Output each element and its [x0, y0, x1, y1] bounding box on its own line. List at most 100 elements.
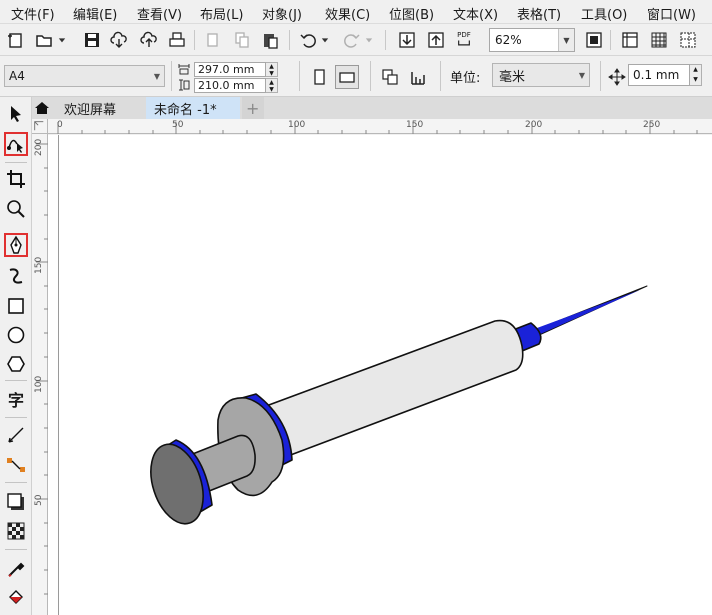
copy-icon[interactable] [230, 28, 254, 52]
h-ruler-label: 50 [172, 120, 184, 130]
page-height-icon [179, 79, 190, 91]
tab-untitled-1[interactable]: 未命名 -1* [146, 97, 240, 119]
connector-tool-icon[interactable] [4, 453, 28, 477]
ruler-origin-icon[interactable] [32, 119, 48, 134]
page-height-row: 210.0 mm ▲ ▼ [178, 77, 278, 93]
toolbox: 字 [0, 97, 32, 615]
width-spinner[interactable]: ▲ ▼ [266, 61, 278, 77]
horizontal-ruler[interactable]: 0 50 100 150 200 250 [48, 119, 712, 134]
nudge-distance-icon [605, 65, 629, 89]
pen-tool-icon[interactable] [4, 233, 28, 257]
paste-icon[interactable] [258, 28, 282, 52]
chevron-down-icon[interactable]: ▼ [575, 71, 589, 80]
portrait-icon[interactable] [307, 65, 331, 89]
menu-table[interactable]: 表格(T) [517, 4, 561, 23]
redo-dropdown-icon[interactable] [362, 28, 376, 52]
parallel-dimension-tool-icon[interactable] [4, 423, 28, 447]
ellipse-tool-icon[interactable] [4, 323, 28, 347]
menu-object[interactable]: 对象(J) [262, 4, 302, 23]
drop-shadow-tool-icon[interactable] [4, 490, 28, 514]
needle-shine [537, 290, 640, 335]
standard-toolbar: PDF 62% ▼ [0, 24, 712, 56]
h-ruler-label: 200 [525, 120, 543, 130]
vertical-ruler-ticks [36, 143, 48, 595]
undo-dropdown-icon[interactable] [318, 28, 332, 52]
v-ruler-label: 50 [34, 494, 44, 506]
syringe-drawing[interactable] [48, 135, 712, 615]
page-width-row: 297.0 mm ▲ ▼ [178, 61, 278, 77]
menu-layout[interactable]: 布局(L) [200, 4, 243, 23]
menu-effects[interactable]: 效果(C) [325, 4, 370, 23]
units-select[interactable]: 毫米 ▼ [492, 63, 590, 87]
nudge-spinner[interactable]: ▲ ▼ [690, 64, 702, 86]
transparency-tool-icon[interactable] [4, 519, 28, 543]
home-icon[interactable] [32, 97, 52, 119]
h-ruler-label: 100 [288, 120, 306, 130]
menu-edit[interactable]: 编辑(E) [73, 4, 117, 23]
h-ruler-label: 150 [406, 120, 424, 130]
page-width-icon [178, 64, 190, 75]
show-rulers-icon[interactable] [618, 28, 642, 52]
polygon-tool-icon[interactable] [4, 352, 28, 376]
chevron-down-icon[interactable]: ▼ [150, 72, 164, 81]
zoom-level-combo[interactable]: 62% ▼ [489, 28, 575, 52]
tab-welcome-screen[interactable]: 欢迎屏幕 [56, 97, 124, 119]
current-page-icon[interactable] [406, 65, 430, 89]
save-icon[interactable] [80, 28, 104, 52]
open-dropdown-icon[interactable] [55, 28, 69, 52]
menu-text[interactable]: 文本(X) [453, 4, 498, 23]
print-icon[interactable] [165, 28, 189, 52]
open-folder-icon[interactable] [32, 28, 56, 52]
menu-file[interactable]: 文件(F) [11, 4, 55, 23]
all-pages-icon[interactable] [378, 65, 402, 89]
zoom-tool-icon[interactable] [4, 197, 28, 221]
crop-tool-icon[interactable] [4, 167, 28, 191]
page-width-input[interactable]: 297.0 mm [194, 61, 266, 77]
drawing-canvas[interactable] [48, 135, 712, 615]
menu-tools[interactable]: 工具(O) [581, 4, 627, 23]
import-icon[interactable] [395, 28, 419, 52]
redo-icon[interactable] [340, 28, 364, 52]
rectangle-tool-icon[interactable] [4, 294, 28, 318]
menu-bar: 文件(F) 编辑(E) 查看(V) 布局(L) 对象(J) 效果(C) 位图(B… [0, 0, 712, 24]
pdf-label: PDF [457, 31, 471, 39]
v-ruler-label: 200 [34, 138, 44, 156]
menu-window[interactable]: 窗口(W) [647, 4, 696, 23]
eyedropper-tool-icon[interactable] [4, 557, 28, 581]
units-label: 单位: [450, 71, 481, 86]
tab-welcome-label: 欢迎屏幕 [64, 102, 117, 118]
barrel[interactable] [249, 319, 524, 463]
cut-icon[interactable] [201, 28, 225, 52]
cloud-upload-icon[interactable] [137, 28, 161, 52]
export-icon[interactable] [424, 28, 448, 52]
page-size-select[interactable]: A4 ▼ [4, 65, 165, 87]
page-size-value: A4 [9, 69, 25, 83]
h-ruler-label: 0 [57, 120, 63, 130]
artistic-media-tool-icon[interactable] [4, 264, 28, 288]
shape-tool-icon[interactable] [4, 132, 28, 156]
document-tabs: 欢迎屏幕 未命名 -1* + [32, 97, 712, 119]
publish-pdf-icon[interactable]: PDF [452, 28, 476, 52]
full-screen-icon[interactable] [582, 28, 606, 52]
property-bar: A4 ▼ 297.0 mm ▲ ▼ 210.0 mm ▲ ▼ 单位: 毫米 ▼ 0.… [0, 57, 712, 97]
landscape-icon[interactable] [335, 65, 359, 89]
new-document-icon[interactable] [4, 28, 28, 52]
pick-tool-icon[interactable] [4, 102, 28, 126]
vertical-ruler[interactable]: 200 150 100 50 [32, 134, 48, 615]
tab-add-icon[interactable]: + [242, 97, 264, 119]
height-spinner[interactable]: ▲ ▼ [266, 77, 278, 93]
menu-view[interactable]: 查看(V) [137, 4, 182, 23]
undo-icon[interactable] [296, 28, 320, 52]
text-tool-icon[interactable]: 字 [4, 387, 28, 411]
nudge-distance-input[interactable]: 0.1 mm [628, 64, 690, 86]
show-guidelines-icon[interactable] [676, 28, 700, 52]
interactive-fill-tool-icon[interactable] [4, 585, 28, 609]
page-height-input[interactable]: 210.0 mm [194, 77, 266, 93]
cloud-download-icon[interactable] [107, 28, 131, 52]
h-ruler-label: 250 [643, 120, 661, 130]
menu-bitmaps[interactable]: 位图(B) [389, 4, 434, 23]
horizontal-ruler-ticks [57, 122, 698, 134]
show-grid-icon[interactable] [647, 28, 671, 52]
chevron-down-icon[interactable]: ▼ [558, 29, 574, 51]
v-ruler-label: 150 [34, 256, 44, 274]
